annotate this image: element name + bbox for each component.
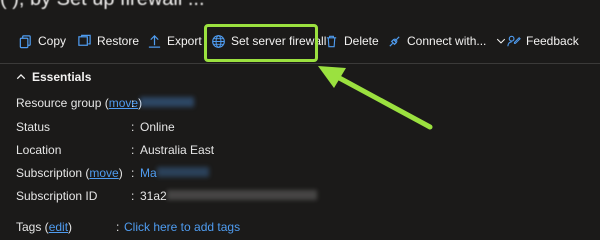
export-label: Export [167, 34, 202, 48]
connect-with-label: Connect with... [407, 34, 487, 48]
connect-with-button[interactable]: Connect with... [387, 30, 507, 52]
subscription-colon: : [131, 166, 135, 180]
toolbar-divider [0, 63, 600, 64]
resource-group-label-text: Resource group ( [16, 96, 109, 110]
essentials-toggle[interactable]: Essentials [16, 70, 91, 84]
essentials-heading: Essentials [32, 70, 92, 84]
location-value: Australia East [140, 143, 215, 157]
export-icon [148, 34, 161, 48]
tags-label: Tags (edit) [16, 220, 72, 234]
plug-icon [389, 35, 400, 47]
feedback-icon [507, 35, 521, 46]
restore-icon [78, 34, 91, 46]
page-title: ( ), by Set up firewall ... [0, 0, 600, 10]
move-subscription-link[interactable]: move [89, 166, 118, 180]
feedback-label: Feedback [526, 34, 579, 48]
subscription-id-colon: : [131, 189, 135, 203]
restore-label: Restore [97, 34, 140, 48]
status-value: Online [140, 120, 175, 134]
tags-label-close: ) [68, 220, 73, 234]
subscription-id-label: Subscription ID [16, 189, 98, 203]
subscription-label-close: ) [118, 166, 123, 180]
subscription-value-redacted [156, 167, 209, 177]
restore-button[interactable]: Restore [77, 30, 139, 52]
edit-tags-link[interactable]: edit [49, 220, 68, 234]
subscription-label: Subscription (move) [16, 166, 123, 180]
chevron-up-icon [16, 74, 26, 80]
delete-label: Delete [344, 34, 379, 48]
resource-group-value[interactable] [140, 96, 194, 110]
tags-colon: : [116, 220, 120, 234]
resource-group-colon: : [131, 96, 135, 110]
set-server-firewall-label: Set server firewall [231, 34, 327, 48]
set-server-firewall-button[interactable]: Set server firewall [211, 30, 326, 52]
feedback-button[interactable]: Feedback [506, 30, 579, 52]
subscription-value-text[interactable]: Ma [140, 166, 157, 180]
subscription-value[interactable]: Ma [140, 166, 209, 180]
resource-group-value-text[interactable] [140, 97, 194, 107]
export-button[interactable]: Export [147, 30, 202, 52]
tags-label-text: Tags ( [16, 220, 49, 234]
location-colon: : [131, 143, 135, 157]
copy-label: Copy [38, 34, 67, 48]
delete-button[interactable]: Delete [324, 30, 379, 52]
copy-icon [19, 34, 31, 48]
subscription-id-value: 31a2 [140, 189, 317, 203]
subscription-label-text: Subscription ( [16, 166, 90, 180]
globe-icon [212, 34, 225, 48]
add-tags-link[interactable]: Click here to add tags [124, 220, 240, 234]
subscription-id-redacted [166, 190, 317, 200]
command-bar: Copy Restore Export Set server firewall … [0, 30, 600, 52]
status-colon: : [131, 120, 135, 134]
location-label: Location [16, 143, 62, 157]
status-label: Status [16, 120, 51, 134]
resource-group-label: Resource group (move) [16, 96, 142, 110]
subscription-id-value-text: 31a2 [140, 189, 167, 203]
trash-icon [326, 35, 337, 47]
copy-button[interactable]: Copy [18, 30, 66, 52]
